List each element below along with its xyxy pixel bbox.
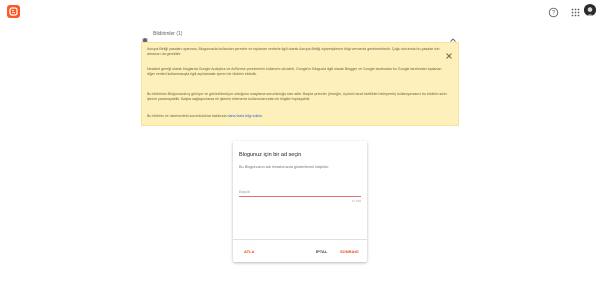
bug-icon — [141, 31, 149, 44]
top-bar: ? — [0, 0, 600, 22]
notice-paragraph: Bu bildirimin Bloğunuzda iş görüyor ve g… — [147, 92, 447, 102]
next-button[interactable]: SONRAKİ — [340, 249, 358, 254]
choose-blog-name-dialog: Blogunuz için bir ad seçin Bu Blogunuzun… — [233, 141, 367, 262]
svg-text:?: ? — [552, 11, 556, 17]
notice-paragraph: Nezaket gereği olarak bloglarda Google A… — [147, 67, 442, 77]
notifications-title: Bildirimler (1) — [153, 31, 183, 37]
cookie-notice-panel: Avrupa Birliği yasaları uyarınca, Blogun… — [141, 42, 459, 126]
char-counter: 0 / 100 — [351, 199, 361, 203]
dialog-description: Bu Blogunuzun adı hesabınızda gösterilec… — [239, 165, 330, 169]
notice-paragraph: Bu bildirim ve üzerinizdeki sorumlulukla… — [147, 114, 447, 119]
skip-button[interactable]: ATLA — [244, 249, 254, 254]
apps-grid-icon[interactable] — [570, 5, 581, 17]
blogger-logo-icon[interactable] — [7, 5, 20, 18]
title-field — [239, 186, 361, 198]
blog-title-input[interactable] — [239, 186, 361, 197]
dialog-title: Blogunuz için bir ad seçin — [239, 152, 302, 158]
cancel-button[interactable]: İPTAL — [316, 249, 327, 254]
user-avatar[interactable] — [584, 4, 596, 16]
notice-paragraph: Avrupa Birliği yasaları uyarınca, Blogun… — [147, 47, 440, 57]
learn-more-link[interactable]: daha fazla bilgi edinin. — [228, 114, 264, 118]
help-icon[interactable]: ? — [548, 5, 559, 18]
notifications-header[interactable]: Bildirimler (1) — [141, 29, 459, 44]
chevron-up-icon[interactable] — [449, 31, 457, 42]
divider — [233, 239, 367, 240]
notice-text-prefix: Bu bildirim ve üzerinizdeki sorumlulukla… — [147, 114, 228, 118]
